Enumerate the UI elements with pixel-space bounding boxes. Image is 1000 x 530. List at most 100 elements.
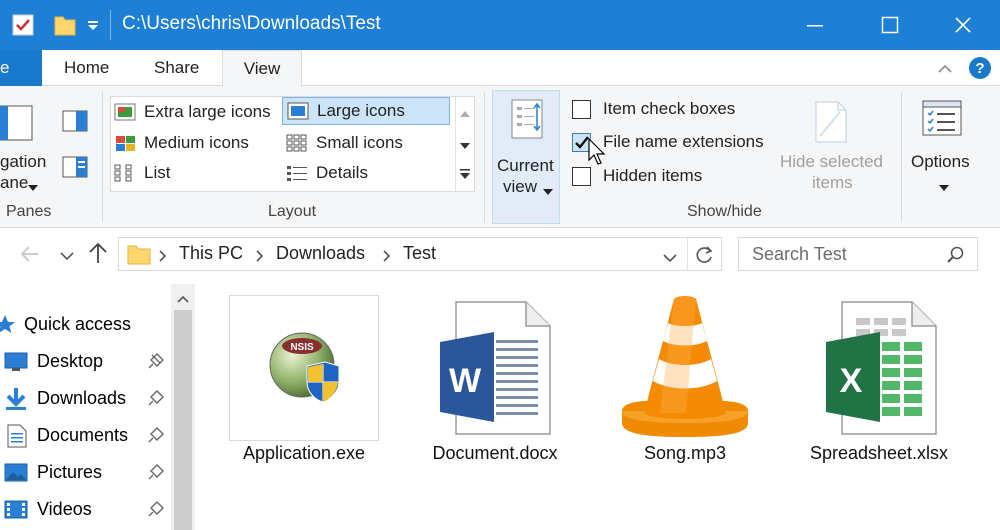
tab-view[interactable]: View — [222, 50, 302, 87]
extra-large-icons-icon — [114, 103, 136, 121]
small-icons-icon — [286, 134, 308, 152]
item-check-boxes-checkbox[interactable] — [572, 100, 591, 119]
file-name[interactable]: Spreadsheet.xlsx — [784, 443, 974, 464]
maximize-button[interactable] — [855, 0, 925, 50]
pin-icon[interactable] — [148, 390, 164, 411]
close-icon — [955, 17, 971, 33]
show-hide-group-label: Show/hide — [687, 203, 762, 220]
address-bar[interactable]: This PC Downloads Test — [118, 237, 722, 271]
title-bar: C:\Users\chris\Downloads\Test — [0, 0, 1000, 50]
file-item[interactable]: Song.mp3 — [610, 295, 760, 470]
chevron-down-icon — [28, 180, 38, 198]
maximize-icon — [881, 16, 899, 34]
options-button[interactable]: Options — [906, 96, 982, 200]
nav-item-quick-access[interactable]: Quick access — [0, 307, 170, 341]
up-arrow-icon[interactable] — [88, 242, 108, 269]
search-icon[interactable] — [947, 246, 965, 269]
scroll-up-icon[interactable] — [177, 290, 189, 308]
current-view-label-1: Current — [497, 156, 554, 175]
hidden-items-label: Hidden items — [603, 166, 703, 185]
address-divider — [687, 238, 688, 270]
minimize-button[interactable] — [780, 0, 850, 50]
svg-text:X: X — [840, 362, 863, 400]
nav-item-downloads[interactable]: Downloads — [0, 381, 170, 415]
star-icon — [0, 314, 16, 339]
title-separator — [110, 10, 111, 40]
ribbon: gation ane Panes Extra large icons Large… — [0, 86, 1000, 228]
file-name[interactable]: Document.docx — [400, 443, 590, 464]
preview-pane-icon[interactable] — [62, 110, 88, 137]
navigation-pane-button[interactable]: gation ane — [0, 98, 58, 198]
pin-icon[interactable] — [148, 464, 164, 485]
current-view-button[interactable]: Current view — [492, 90, 560, 224]
group-separator — [901, 92, 902, 222]
mouse-cursor-icon — [588, 137, 606, 171]
word-document-icon: W — [438, 300, 554, 441]
svg-text:W: W — [449, 362, 482, 400]
download-arrow-icon — [4, 387, 28, 416]
new-folder-icon[interactable] — [52, 12, 78, 38]
file-name[interactable]: Application.exe — [209, 443, 399, 464]
breadcrumb-separator-icon — [383, 249, 391, 267]
navigation-pane-label-1: gation — [0, 152, 47, 171]
file-name[interactable]: Song.mp3 — [590, 443, 780, 464]
nav-item-documents[interactable]: Documents — [0, 418, 170, 452]
details-pane-icon[interactable] — [62, 156, 88, 183]
properties-icon[interactable] — [10, 12, 36, 38]
file-name-extensions-label: File name extensions — [603, 132, 764, 151]
nav-item-pictures[interactable]: Pictures — [0, 455, 170, 489]
breadcrumb-test[interactable]: Test — [403, 243, 436, 264]
nav-item-desktop[interactable]: Desktop — [0, 344, 170, 378]
pictures-icon — [4, 463, 28, 488]
back-arrow-icon[interactable] — [20, 244, 40, 269]
hide-selected-items-label-2: items — [812, 173, 853, 192]
hide-selected-items-button[interactable]: Hide selected items — [776, 96, 890, 196]
quick-access-toolbar-dropdown-icon[interactable] — [86, 18, 100, 32]
item-check-boxes-option[interactable]: Item check boxes — [572, 98, 772, 124]
layout-small-icons[interactable]: Small icons — [286, 129, 452, 157]
list-view-icon — [114, 164, 136, 182]
file-item[interactable]: X Spreadsheet.xlsx — [804, 295, 954, 470]
layout-details[interactable]: Details — [286, 159, 452, 187]
breadcrumb-downloads[interactable]: Downloads — [276, 243, 365, 264]
layout-large-icons[interactable]: Large icons — [282, 97, 450, 125]
layout-extra-large-icons[interactable]: Extra large icons — [114, 98, 280, 126]
file-item[interactable]: W Document.docx — [420, 295, 570, 470]
hide-selected-items-label-1: Hide selected — [780, 152, 884, 171]
svg-text:NSIS: NSIS — [290, 342, 314, 353]
nav-pane-scroll-thumb[interactable] — [174, 310, 192, 530]
breadcrumb-separator-icon — [159, 249, 167, 267]
window-title: C:\Users\chris\Downloads\Test — [122, 13, 381, 34]
tab-share[interactable]: Share — [154, 50, 199, 86]
file-item[interactable]: NSIS Application.exe — [229, 295, 379, 470]
videos-icon — [4, 500, 28, 525]
pin-icon[interactable] — [148, 353, 164, 374]
close-button[interactable] — [928, 0, 998, 50]
recent-locations-icon[interactable] — [60, 248, 74, 266]
help-icon[interactable]: ? — [968, 56, 992, 80]
tab-file[interactable]: e — [0, 50, 42, 86]
excel-spreadsheet-icon: X — [824, 300, 940, 441]
refresh-icon[interactable] — [695, 245, 715, 270]
gallery-up-icon[interactable] — [460, 105, 470, 123]
svg-text:?: ? — [975, 60, 984, 77]
gallery-down-icon[interactable] — [460, 137, 470, 155]
search-input[interactable]: Search Test — [752, 244, 847, 265]
nav-item-videos[interactable]: Videos — [0, 492, 170, 526]
layout-gallery-scroll — [455, 97, 474, 191]
pin-icon[interactable] — [148, 427, 164, 448]
tab-home[interactable]: Home — [64, 50, 109, 86]
navigation-pane-icon — [0, 104, 36, 149]
breadcrumb-this-pc[interactable]: This PC — [179, 243, 243, 264]
layout-list[interactable]: List — [114, 159, 280, 187]
chevron-down-icon — [543, 184, 553, 202]
medium-icons-icon — [114, 134, 136, 152]
search-box[interactable]: Search Test — [738, 237, 978, 271]
address-history-icon[interactable] — [663, 250, 677, 268]
pin-icon[interactable] — [148, 501, 164, 522]
layout-medium-icons[interactable]: Medium icons — [114, 129, 280, 157]
collapse-ribbon-icon[interactable] — [936, 60, 954, 78]
gallery-more-icon[interactable] — [460, 167, 470, 185]
nsis-installer-icon: NSIS — [267, 330, 341, 409]
current-view-icon — [511, 99, 543, 144]
